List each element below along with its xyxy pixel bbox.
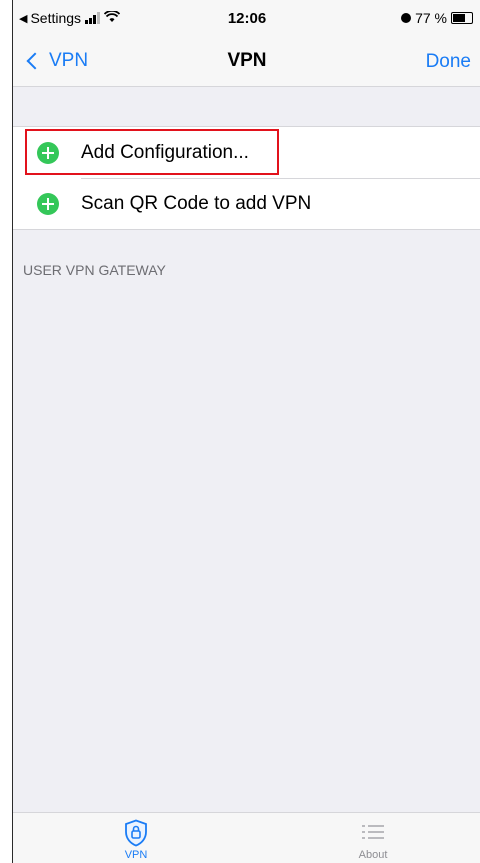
shield-lock-icon (125, 819, 147, 847)
add-configuration-row[interactable]: Add Configuration... (13, 127, 480, 178)
status-right: 77 % (401, 10, 473, 26)
scan-qr-label: Scan QR Code to add VPN (81, 192, 312, 214)
battery-icon (451, 12, 473, 24)
battery-percent: 77 % (415, 10, 447, 26)
battery-fill (453, 14, 465, 22)
action-list: Add Configuration... Scan QR Code to add… (13, 126, 480, 230)
back-button-label: VPN (49, 50, 89, 71)
navigation-bar: VPN VPN Done (13, 40, 480, 87)
tab-about[interactable]: About (343, 819, 403, 861)
tab-bar: VPN About (13, 812, 480, 863)
tab-about-label: About (358, 849, 388, 861)
status-bar: ◀ Settings 12:06 77 % (13, 0, 480, 40)
list-icon (362, 825, 384, 839)
section-header-user-vpn-gateway: USER VPN GATEWAY (23, 262, 166, 278)
back-button[interactable]: VPN (25, 50, 88, 72)
app-screen: ◀ Settings 12:06 77 % VPN VPN Done Add C… (12, 0, 480, 863)
tab-vpn-label: VPN (124, 849, 148, 861)
alarm-icon (401, 13, 412, 23)
chevron-left-icon (26, 52, 44, 70)
done-button[interactable]: Done (426, 51, 471, 73)
tab-vpn[interactable]: VPN (106, 819, 166, 861)
add-circle-icon (37, 192, 59, 215)
scan-qr-row[interactable]: Scan QR Code to add VPN (13, 178, 480, 229)
add-circle-icon (37, 141, 59, 164)
add-configuration-label: Add Configuration... (81, 141, 249, 163)
